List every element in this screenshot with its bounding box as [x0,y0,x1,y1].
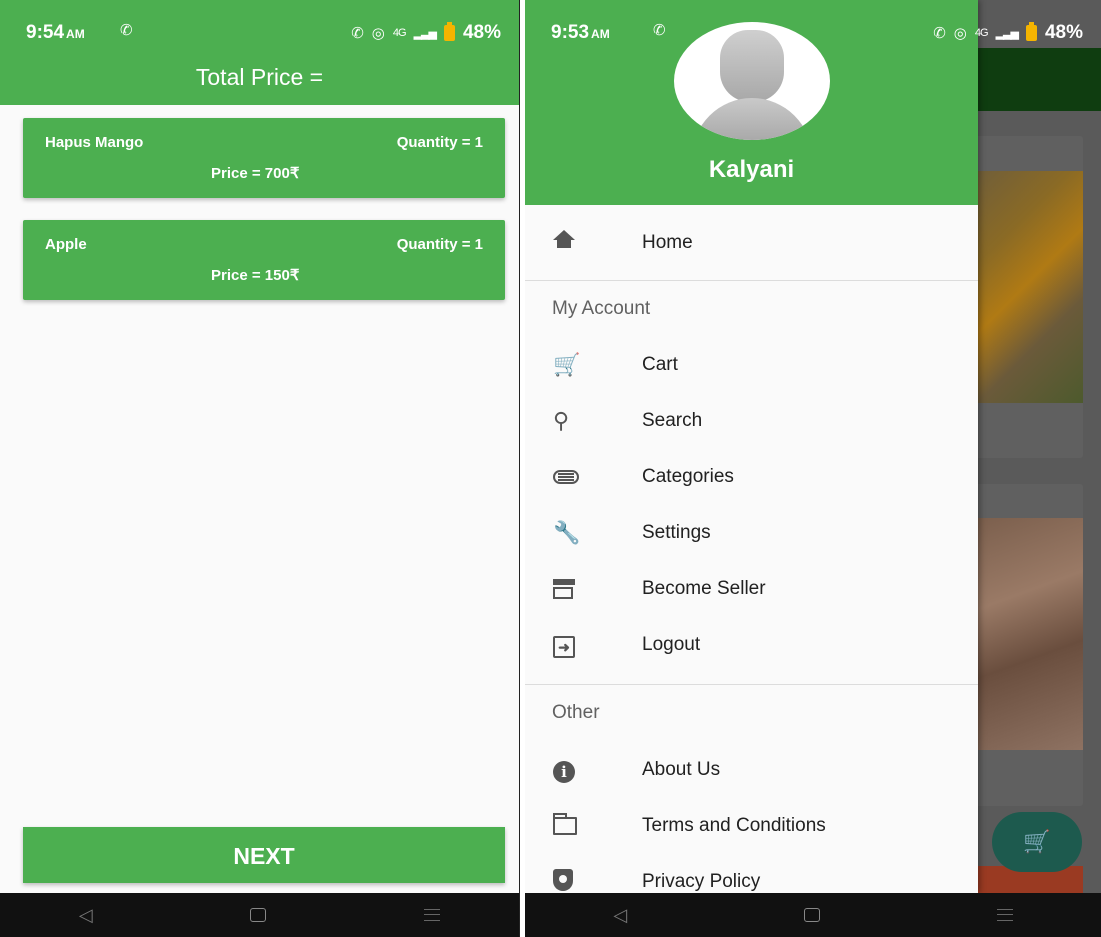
menu-item-settings[interactable]: 🔧 Settings [525,508,978,558]
menu-item-logout[interactable]: ➜ Logout [525,620,978,670]
mango-image [965,171,1083,403]
menu-item-terms[interactable]: Terms and Conditions [525,801,978,851]
next-button[interactable]: NEXT [23,827,505,883]
page-title: Total Price = [195,64,324,90]
menu-item-label: Become Seller [642,578,766,599]
folder-icon [553,813,583,839]
store-icon [553,576,583,602]
battery-percent: 48% [1044,22,1083,43]
menu-item-label: Logout [642,634,701,655]
menu-item-label: Terms and Conditions [642,815,826,836]
menu-item-label: Categories [642,466,734,487]
menu-item-label: About Us [642,759,721,780]
cart-item[interactable]: Hapus Mango Quantity = 1 Price = 700₹ [23,118,505,198]
user-name: Kalyani [708,156,795,183]
system-nav-bar: ◁ [525,893,1101,937]
item-name: Apple [45,236,87,253]
status-time: 9:54 AM [26,22,85,43]
signal-icon: ▂▃▅ [995,27,1019,40]
back-icon[interactable]: ◁ [79,905,93,926]
status-icons: ✆ ◎ 4G ▂▃▅ 48% [933,22,1083,44]
item-quantity: Quantity = 1 [396,236,483,253]
search-icon: ⚲ [553,408,570,433]
section-label-my-account: My Account [552,298,651,319]
navigation-drawer: Kalyani Home My Account 🛒 Cart ⚲ Search … [525,0,978,893]
menu-item-label: Settings [642,522,711,543]
categories-icon [553,464,583,490]
item-name: Hapus Mango [45,134,144,151]
chikoo-image [965,518,1083,750]
wrench-icon: 🔧 [553,520,581,545]
cart-icon: 🛒 [1023,829,1051,854]
battery-icon [1025,22,1037,41]
network-label: 4G [974,27,989,39]
battery-icon [443,22,455,41]
app-bar: 9:54 AM ✆ ✆ ◎ 4G ▂▃▅ 48% Total Price = [0,0,519,105]
item-price: Price = 150₹ [211,267,300,284]
signal-icon: ▂▃▅ [413,27,437,40]
menu-item-label: Cart [642,354,678,375]
cart-screen: 9:54 AM ✆ ✆ ◎ 4G ▂▃▅ 48% Total Price = Ha… [0,0,520,937]
divider [525,280,978,281]
cart-icon: 🛒 [553,352,581,377]
shield-icon [553,869,583,895]
avatar-body [692,98,812,140]
menu-item-label: Home [642,232,693,253]
hotspot-icon: ◎ [953,25,967,42]
call-icon: ✆ [933,25,946,42]
menu-item-label: Privacy Policy [642,871,761,892]
divider [525,684,978,685]
home-icon [553,230,583,256]
cart-fab-button[interactable]: 🛒 [992,812,1082,872]
hotspot-icon: ◎ [371,25,385,42]
screenshot-frame: 9:54 AM ✆ ✆ ◎ 4G ▂▃▅ 48% Total Price = Ha… [0,0,1101,937]
call-icon: ✆ [120,22,133,39]
recents-icon[interactable] [424,909,441,921]
item-price: Price = 700₹ [211,165,300,182]
menu-item-label: Search [642,410,703,431]
cart-item[interactable]: Apple Quantity = 1 Price = 150₹ [23,220,505,300]
call-icon: ✆ [653,22,666,39]
call-icon: ✆ [351,25,364,42]
section-label-other: Other [552,702,600,723]
menu-item-cart[interactable]: 🛒 Cart [525,340,978,390]
battery-percent: 48% [462,22,501,43]
network-label: 4G [392,27,407,39]
status-icons: ✆ ◎ 4G ▂▃▅ 48% [351,22,501,44]
status-time: 9:53 AM [551,22,610,43]
item-quantity: Quantity = 1 [396,134,483,151]
status-bar: 9:53 AM ✆ ✆ ◎ 4G ▂▃▅ 48% [525,0,1101,48]
menu-item-categories[interactable]: Categories [525,452,978,502]
system-nav-bar: ◁ [0,893,519,937]
logout-icon: ➜ [553,632,583,658]
home-nav-icon[interactable] [250,908,267,922]
status-bar: 9:54 AM ✆ ✆ ◎ 4G ▂▃▅ 48% [0,0,519,48]
menu-item-become-seller[interactable]: Become Seller [525,564,978,614]
menu-item-about-us[interactable]: i About Us [525,745,978,795]
menu-item-home[interactable]: Home [525,218,978,268]
info-icon: i [553,757,583,783]
back-icon[interactable]: ◁ [613,905,627,926]
drawer-screen: 🛒 Kalyani Home My Account 🛒 Cart ⚲ Searc… [525,0,1101,937]
menu-item-search[interactable]: ⚲ Search [525,396,978,446]
recents-icon[interactable] [996,909,1013,921]
home-nav-icon[interactable] [803,908,820,922]
